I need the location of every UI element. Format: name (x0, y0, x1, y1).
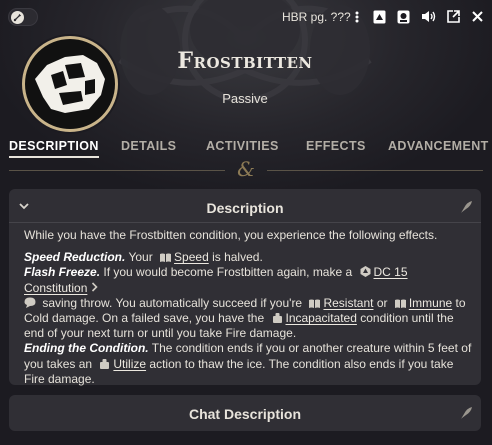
menu-dots-icon[interactable] (350, 9, 364, 24)
chat-description-section[interactable]: Chat Description (9, 395, 481, 431)
feather-edit-icon[interactable] (459, 406, 473, 420)
speed-reference-link[interactable]: Speed (174, 250, 209, 264)
chat-bubble-icon[interactable] (24, 297, 36, 308)
item-portrait[interactable] (22, 36, 118, 132)
immune-reference-link[interactable]: Immune (409, 296, 452, 310)
book-icon (394, 299, 406, 308)
edit-mode-toggle[interactable] (8, 8, 38, 26)
description-intro: While you have the Frostbitten condition… (24, 228, 438, 242)
description-body: While you have the Frostbitten condition… (24, 224, 474, 387)
pop-out-icon[interactable] (446, 9, 460, 24)
tab-effects[interactable]: EFFECTS (306, 139, 366, 153)
chevron-right-icon[interactable] (91, 282, 98, 292)
incapacitated-reference-link[interactable]: Incapacitated (286, 311, 357, 325)
tab-description[interactable]: DESCRIPTION (9, 139, 99, 158)
action-icon (100, 358, 110, 369)
utilize-reference-link[interactable]: Utilize (113, 357, 146, 371)
divider-left (9, 170, 225, 171)
source-reference[interactable]: HBR pg. ??? (282, 10, 351, 24)
close-icon[interactable] (470, 9, 484, 24)
feather-edit-icon[interactable] (459, 200, 473, 214)
book-icon (309, 299, 321, 308)
open-book-icon[interactable] (372, 9, 386, 24)
speed-title: Speed Reduction. (24, 250, 126, 265)
speed-text-pre: Your (125, 250, 157, 265)
item-type: Passive (222, 91, 268, 106)
book-icon (160, 253, 172, 263)
flash-text-or: or (373, 295, 391, 310)
token-icon[interactable] (396, 9, 410, 24)
volume-icon[interactable] (420, 9, 438, 24)
speed-paragraph: Speed Reduction. Your Speed is halved. (24, 250, 474, 265)
ending-title: Ending the Condition. (24, 341, 149, 356)
divider-right (267, 170, 483, 171)
chat-description-title: Chat Description (188, 406, 301, 422)
description-header[interactable]: Description (9, 189, 481, 223)
flash-text-mid1: saving throw. You automatically succeed … (39, 295, 306, 310)
flash-freeze-paragraph: Flash Freeze. If you would become Frostb… (24, 265, 474, 341)
resistant-reference-link[interactable]: Resistant (323, 296, 373, 310)
tab-activities[interactable]: ACTIVITIES (206, 139, 279, 153)
flash-freeze-title: Flash Freeze. (24, 265, 101, 280)
description-title: Description (206, 200, 284, 216)
condition-icon (272, 313, 282, 324)
description-section: Description While you have the Frostbitt… (9, 189, 481, 387)
item-name[interactable]: Frostbitten (130, 48, 360, 74)
speed-text-post: is halved. (208, 250, 263, 265)
ending-paragraph: Ending the Condition. The condition ends… (24, 341, 474, 387)
window-topbar: HBR pg. ??? (0, 6, 492, 28)
frozen-fist-icon (35, 55, 105, 113)
wrench-toggle-icon (11, 11, 24, 24)
ampersand-divider: & (237, 157, 255, 181)
tab-advancement[interactable]: ADVANCEMENT (388, 139, 489, 153)
tab-details[interactable]: DETAILS (121, 139, 176, 153)
d20-icon (360, 266, 370, 278)
flash-text-pre: If you would become Frostbitten again, m… (100, 265, 356, 280)
sheet-tabs: DESCRIPTION DETAILS ACTIVITIES EFFECTS A… (0, 139, 492, 159)
